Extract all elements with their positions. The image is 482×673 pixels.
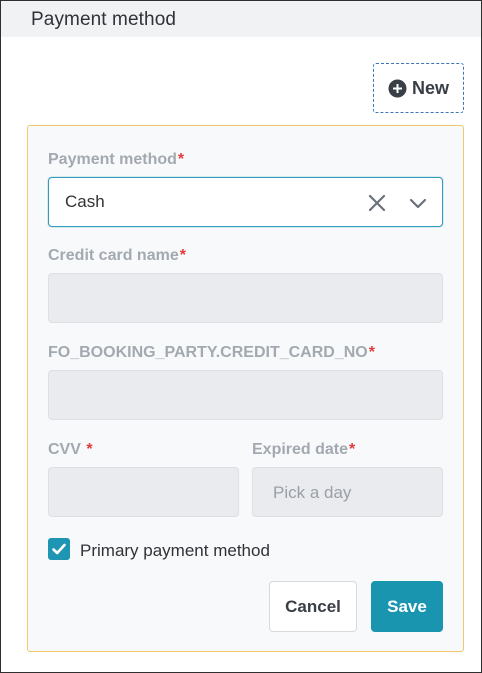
- credit-card-name-input[interactable]: [48, 273, 443, 323]
- cvv-input[interactable]: [48, 467, 239, 517]
- payment-method-label-text: Payment method: [48, 151, 177, 168]
- expired-date-label-text: Expired date: [252, 441, 349, 458]
- required-mark: *: [368, 344, 375, 361]
- panel-header: Payment method: [1, 1, 481, 37]
- payment-method-select[interactable]: Cash: [48, 177, 443, 227]
- primary-payment-checkbox[interactable]: [48, 538, 70, 560]
- credit-card-no-label: FO_BOOKING_PARTY.CREDIT_CARD_NO*: [48, 344, 375, 362]
- required-mark: *: [179, 247, 186, 264]
- primary-payment-label[interactable]: Primary payment method: [80, 541, 270, 561]
- expired-date-placeholder: Pick a day: [273, 483, 352, 502]
- required-mark: *: [177, 151, 185, 168]
- required-mark: *: [86, 441, 93, 458]
- credit-card-name-label-text: Credit card name: [48, 247, 179, 264]
- expired-date-label: Expired date*: [252, 441, 355, 459]
- check-icon: [52, 543, 66, 555]
- credit-card-name-label: Credit card name*: [48, 247, 186, 265]
- cvv-label-text: CVV: [48, 441, 86, 458]
- save-button[interactable]: Save: [371, 581, 443, 632]
- new-button[interactable]: New: [373, 63, 464, 113]
- payment-form: Payment method* Cash Credit card name* F…: [27, 125, 464, 652]
- credit-card-no-label-text: FO_BOOKING_PARTY.CREDIT_CARD_NO: [48, 344, 368, 361]
- panel-title: Payment method: [31, 9, 177, 30]
- cvv-label: CVV *: [48, 441, 93, 459]
- payment-method-value: Cash: [65, 192, 105, 211]
- credit-card-no-input[interactable]: [48, 370, 443, 420]
- payment-method-label: Payment method*: [48, 151, 184, 169]
- required-mark: *: [349, 441, 356, 458]
- plus-circle-icon: [388, 79, 407, 98]
- expired-date-picker[interactable]: Pick a day: [252, 467, 443, 517]
- cancel-button[interactable]: Cancel: [269, 581, 357, 632]
- new-button-label: New: [411, 77, 449, 98]
- chevron-down-icon[interactable]: [408, 193, 428, 213]
- payment-method-panel: Payment method New Payment method* Cash: [0, 0, 482, 673]
- clear-icon[interactable]: [367, 193, 387, 213]
